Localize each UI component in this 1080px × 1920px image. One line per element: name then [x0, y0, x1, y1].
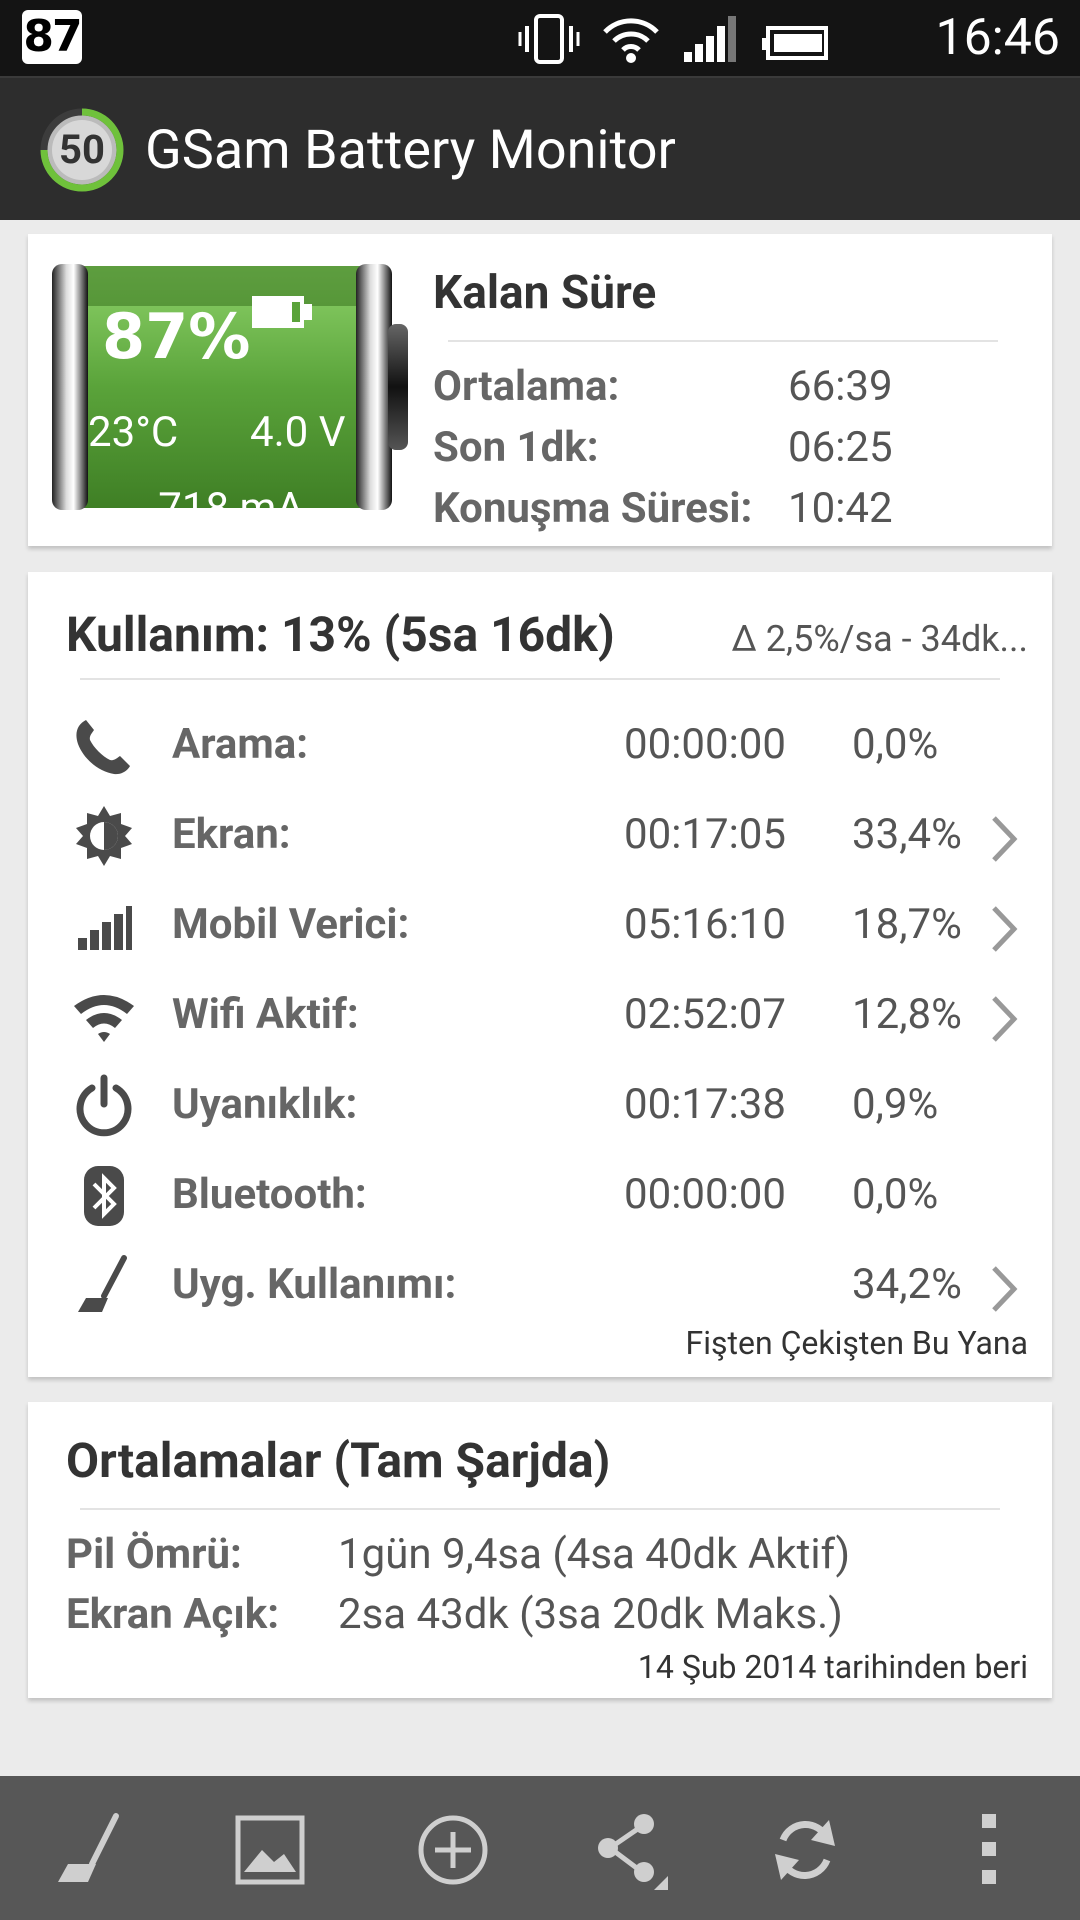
battery-percent: 87%	[102, 300, 251, 373]
usage-label: Wifi Aktif:	[172, 990, 359, 1039]
usage-row-wifi[interactable]: Wifi Aktif: 02:52:07 12,8%	[28, 970, 1052, 1060]
app-title: GSam Battery Monitor	[145, 119, 676, 182]
battery-icon	[762, 26, 828, 60]
usage-label: Ekran:	[172, 810, 291, 859]
bluetooth-icon	[84, 1166, 124, 1226]
status-icons	[518, 14, 830, 64]
overflow-menu-icon[interactable]	[950, 1810, 1030, 1890]
remaining-value: 10:42	[788, 484, 893, 533]
usage-row-call: Arama: 00:00:00 0,0%	[28, 700, 1052, 790]
battery-status-card: 87% 23°C 4.0 V 718 mA Kalan Süre Ortalam…	[28, 234, 1052, 546]
usage-row-bluetooth: Bluetooth: 00:00:00 0,0%	[28, 1150, 1052, 1240]
averages-card: Ortalamalar (Tam Şarjda) Pil Ömrü: 1gün …	[28, 1402, 1052, 1698]
usage-card: Kullanım: 13% (5sa 16dk) ∆ 2,5%/sa - 34d…	[28, 572, 1052, 1377]
averages-title: Ortalamalar (Tam Şarjda)	[66, 1432, 611, 1489]
power-icon	[76, 1074, 132, 1137]
usage-label: Uyanıklık:	[172, 1080, 358, 1129]
averages-divider	[80, 1508, 1000, 1510]
usage-row-screen[interactable]: Ekran: 00:17:05 33,4%	[28, 790, 1052, 880]
usage-time: 00:17:38	[624, 1080, 786, 1129]
action-bar: 50 GSam Battery Monitor	[0, 76, 1080, 220]
usage-title: Kullanım: 13% (5sa 16dk)	[66, 606, 615, 663]
refresh-icon[interactable]	[765, 1810, 845, 1890]
chevron-right-icon[interactable]	[986, 1264, 1022, 1314]
usage-time: 00:00:00	[624, 1170, 786, 1219]
battery-level-badge: 87	[22, 10, 83, 64]
remaining-label: Konuşma Süresi:	[433, 484, 753, 533]
usage-divider	[80, 678, 1000, 680]
share-icon[interactable]	[590, 1810, 670, 1890]
broom-icon	[78, 1255, 127, 1312]
app-logo[interactable]: 50	[38, 106, 126, 194]
remaining-divider	[448, 340, 998, 342]
usage-rate: ∆ 2,5%/sa - 34dk...	[731, 618, 1028, 660]
battery-graphic: 87% 23°C 4.0 V 718 mA	[44, 262, 412, 533]
remaining-label: Ortalama:	[433, 362, 620, 411]
usage-percent: 0,9%	[852, 1080, 939, 1129]
remaining-value: 66:39	[788, 362, 893, 411]
app-logo-value: 50	[59, 126, 105, 173]
usage-label: Arama:	[172, 720, 309, 769]
averages-label: Ekran Açık:	[66, 1590, 280, 1639]
battery-current: 718 mA	[158, 484, 304, 533]
chevron-right-icon[interactable]	[986, 904, 1022, 954]
chevron-right-icon[interactable]	[986, 994, 1022, 1044]
broom-icon[interactable]	[50, 1810, 130, 1890]
battery-voltage: 4.0 V	[250, 408, 346, 457]
usage-percent: 18,7%	[852, 900, 962, 949]
averages-footnote: 14 Şub 2014 tarihinden beri	[637, 1648, 1028, 1686]
usage-footnote: Fişten Çekişten Bu Yana	[685, 1324, 1028, 1362]
usage-time: 00:17:05	[624, 810, 786, 859]
usage-percent: 33,4%	[852, 810, 962, 859]
averages-value: 2sa 43dk (3sa 20dk Maks.)	[338, 1590, 843, 1639]
usage-percent: 34,2%	[852, 1260, 962, 1309]
usage-time: 02:52:07	[624, 990, 786, 1039]
wifi-icon	[603, 18, 659, 63]
brightness-icon	[76, 806, 132, 866]
clock: 16:46	[935, 9, 1060, 67]
usage-label: Uyg. Kullanımı:	[172, 1260, 457, 1309]
wifi-icon	[74, 995, 134, 1042]
bottom-action-bar	[0, 1776, 1080, 1920]
averages-label: Pil Ömrü:	[66, 1530, 242, 1579]
usage-percent: 12,8%	[852, 990, 962, 1039]
chevron-right-icon[interactable]	[986, 814, 1022, 864]
remaining-label: Son 1dk:	[433, 423, 599, 472]
usage-row-awake: Uyanıklık: 00:17:38 0,9%	[28, 1060, 1052, 1150]
status-bar: 87 16:46	[0, 0, 1080, 76]
usage-row-mobile-radio[interactable]: Mobil Verici: 05:16:10 18,7%	[28, 880, 1052, 970]
image-icon[interactable]	[230, 1810, 310, 1890]
remaining-value: 06:25	[788, 423, 893, 472]
usage-percent: 0,0%	[852, 720, 939, 769]
usage-label: Mobil Verici:	[172, 900, 410, 949]
averages-value: 1gün 9,4sa (4sa 40dk Aktif)	[338, 1530, 851, 1579]
vibrate-icon	[518, 14, 580, 64]
usage-row-app-usage[interactable]: Uyg. Kullanımı: 34,2%	[28, 1240, 1052, 1330]
usage-time: 00:00:00	[624, 720, 786, 769]
add-circle-icon[interactable]	[413, 1810, 493, 1890]
usage-time: 05:16:10	[624, 900, 786, 949]
usage-label: Bluetooth:	[172, 1170, 367, 1219]
signal-icon	[684, 16, 736, 62]
remaining-time-title: Kalan Süre	[433, 266, 657, 320]
signal-bars-icon	[78, 906, 132, 950]
phone-icon	[76, 720, 130, 775]
battery-temperature: 23°C	[88, 408, 179, 457]
usage-percent: 0,0%	[852, 1170, 939, 1219]
